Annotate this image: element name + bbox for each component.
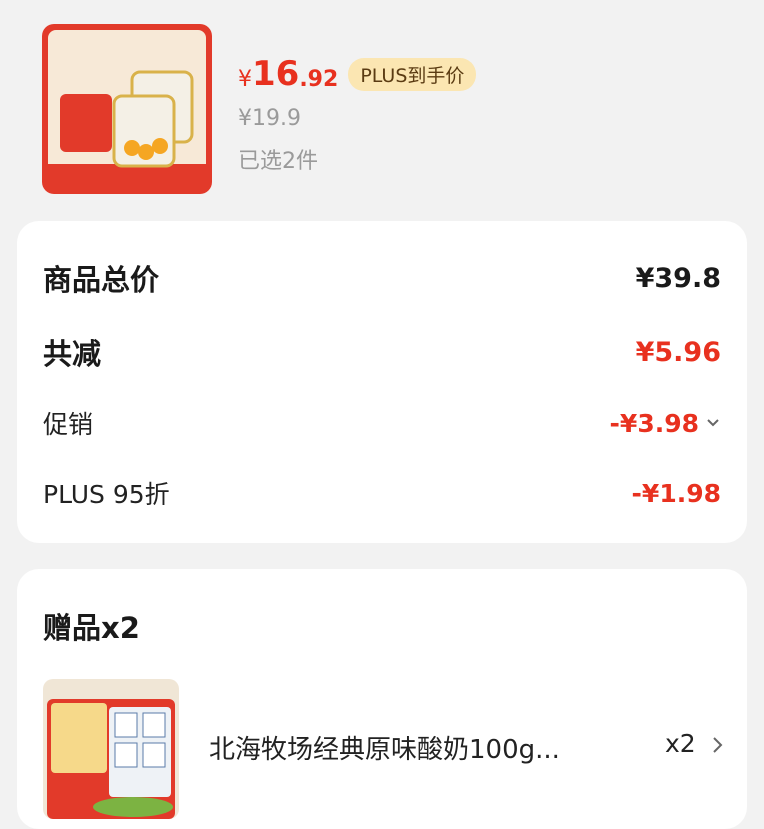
original-price: ¥19.9 [238,106,301,131]
reduce-row: 共减 ¥5.96 [43,331,721,373]
reduce-value: ¥5.96 [635,336,721,368]
promo-value: -¥3.98 [609,408,699,438]
product-image[interactable] [42,24,212,194]
plus-discount-label: PLUS 95折 [43,480,170,509]
chevron-down-icon[interactable] [705,415,721,431]
promo-value-group[interactable]: -¥3.98 [610,409,721,438]
gift-image[interactable] [43,679,179,819]
gift-title: 赠品x2 [43,611,140,645]
gift-item-name[interactable]: 北海牧场经典原味酸奶100g... [209,729,609,766]
product-header: ¥ 16 .92 PLUS到手价 ¥19.9 已选2件 [0,0,764,215]
chevron-right-icon[interactable] [711,735,725,755]
price-row: ¥ 16 .92 PLUS到手价 [238,54,477,94]
plus-discount-row: PLUS 95折 -¥1.98 [43,475,721,511]
selected-count: 已选2件 [238,149,318,174]
plus-discount-value: -¥1.98 [631,478,721,508]
total-row: 商品总价 ¥39.8 [43,257,721,299]
promo-label: 促销 [43,410,94,439]
price-summary-card: 商品总价 ¥39.8 共减 ¥5.96 促销 -¥3.98 PLUS 95折 -… [17,221,747,543]
total-value: ¥39.8 [635,262,721,294]
gift-item-quantity: x2 [665,729,696,758]
reduce-label: 共减 [43,337,102,371]
price-integer: 16 [252,54,300,94]
price-decimal: .92 [299,66,339,92]
total-label: 商品总价 [43,263,160,297]
promo-row[interactable]: 促销 -¥3.98 [43,405,721,441]
price-currency: ¥ [238,66,252,92]
gift-card: 赠品x2 北海牧场经典原味酸奶100g... x2 [17,569,747,829]
plus-price-badge: PLUS到手价 [348,57,477,91]
